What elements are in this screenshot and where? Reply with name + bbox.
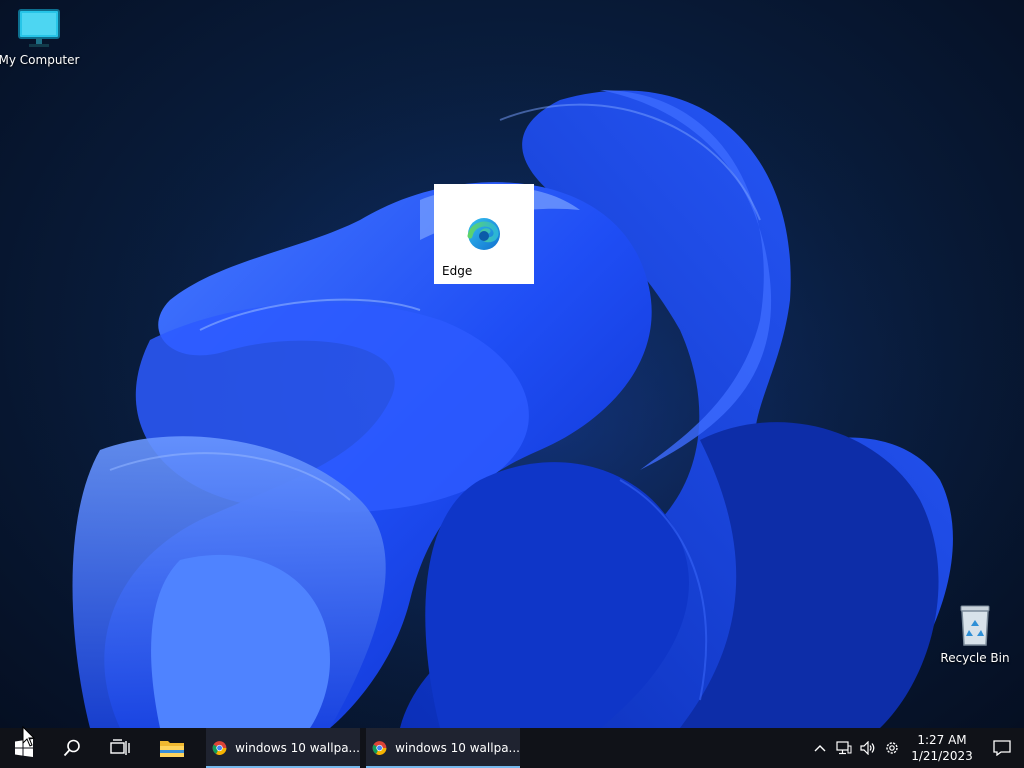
desktop-icon-label: My Computer	[0, 53, 80, 67]
taskbar-app-chrome-2[interactable]: windows 10 wallpa...	[366, 728, 520, 768]
folder-icon	[160, 741, 184, 757]
task-view-button[interactable]	[96, 728, 144, 768]
notification-center-button[interactable]	[980, 728, 1024, 768]
network-icon	[836, 741, 852, 755]
clock-time: 1:27 AM	[917, 733, 967, 747]
file-explorer-button[interactable]	[144, 728, 200, 768]
taskbar-app-title: windows 10 wallpa...	[235, 741, 360, 755]
wallpaper-bloom	[20, 40, 1024, 728]
desktop-icon-label: Recycle Bin	[940, 651, 1010, 665]
edge-icon	[467, 218, 500, 250]
recycle-bin-icon	[960, 605, 990, 646]
clock[interactable]: 1:27 AM 1/21/2023	[904, 728, 980, 768]
volume-icon	[860, 741, 875, 755]
search-button[interactable]	[48, 728, 96, 768]
desktop: My Computer Edge Recycle Bin	[0, 0, 1024, 728]
taskbar-app-title: windows 10 wallpa...	[395, 741, 520, 755]
chevron-up-icon	[814, 745, 826, 752]
chrome-icon	[372, 741, 387, 755]
desktop-icon-recycle-bin[interactable]: Recycle Bin	[940, 602, 1010, 665]
search-icon	[63, 739, 80, 757]
system-tray: 1:27 AM 1/21/2023	[808, 728, 1024, 768]
clock-date: 1/21/2023	[911, 749, 973, 763]
mouse-cursor-icon	[22, 726, 36, 747]
desktop-icon-edge[interactable]: Edge	[434, 184, 534, 284]
task-view-icon	[110, 739, 130, 755]
taskbar-app-chrome-1[interactable]: windows 10 wallpa...	[206, 728, 360, 768]
chrome-icon	[212, 741, 227, 755]
notification-icon	[993, 740, 1011, 756]
settings-gear-icon	[886, 742, 898, 754]
settings-button[interactable]	[880, 728, 904, 768]
desktop-icon-my-computer[interactable]: My Computer	[0, 8, 80, 67]
desktop-icon-label: Edge	[442, 264, 473, 278]
monitor-icon	[18, 9, 60, 47]
volume-button[interactable]	[856, 728, 880, 768]
network-button[interactable]	[832, 728, 856, 768]
taskbar: windows 10 wallpa... windows 10 wallpa..…	[0, 728, 1024, 768]
show-hidden-icons-button[interactable]	[808, 728, 832, 768]
